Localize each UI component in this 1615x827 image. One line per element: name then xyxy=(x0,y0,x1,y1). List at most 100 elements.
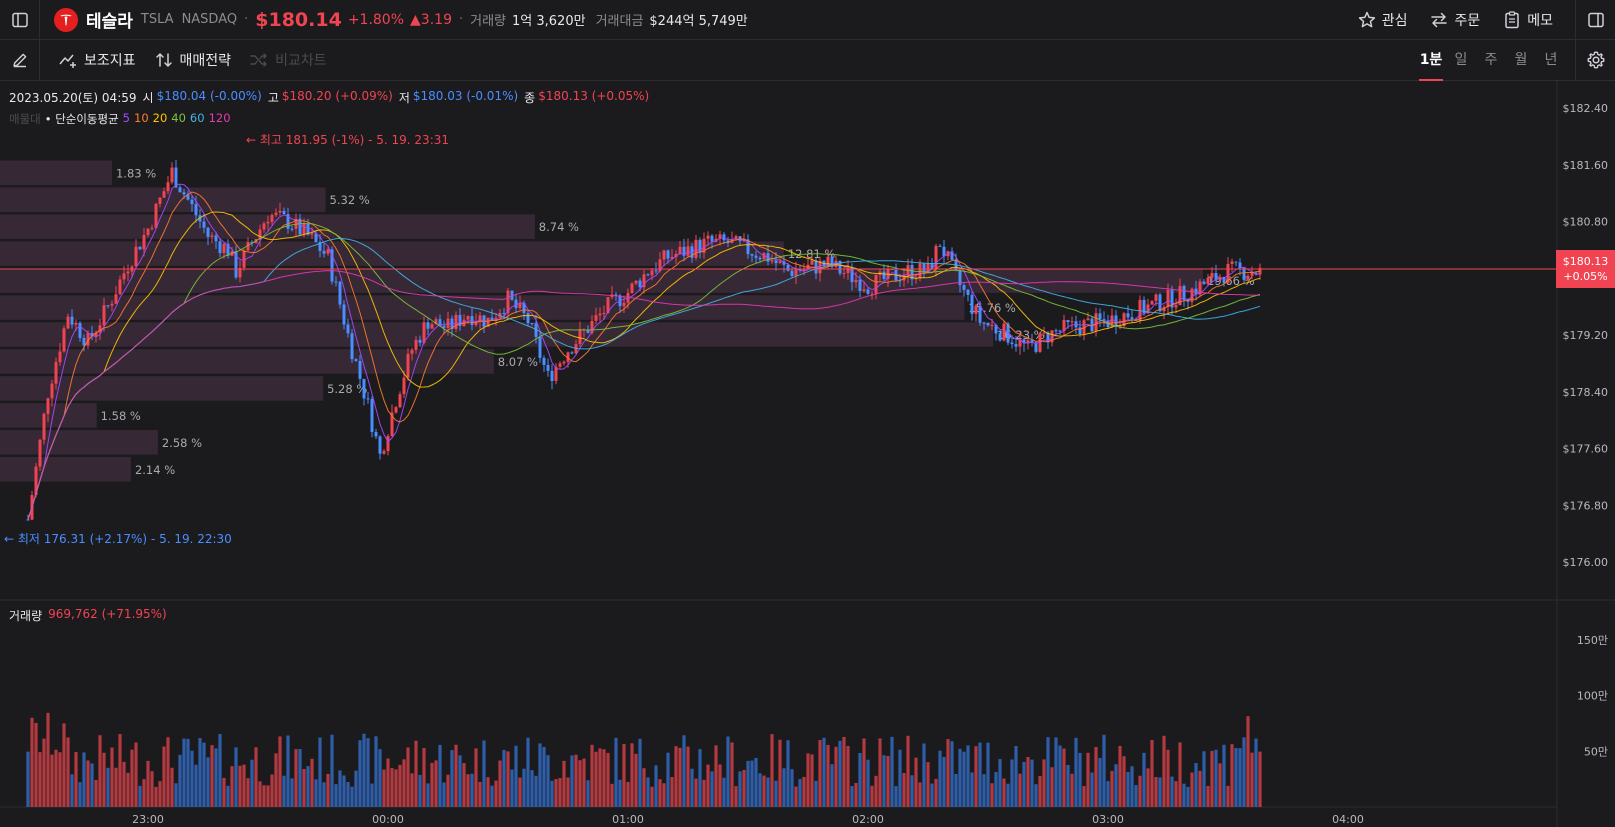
candle-body xyxy=(38,439,42,467)
strategy-button[interactable]: 매매전략 xyxy=(154,50,231,70)
price-chart[interactable]: $182.40$181.60$180.80$180.00$179.20$178.… xyxy=(0,81,1615,827)
volume-bar xyxy=(518,777,522,807)
period-month[interactable]: 월 xyxy=(1506,40,1536,81)
candle-body xyxy=(110,303,114,306)
volume-bar xyxy=(434,760,438,807)
volume-bar xyxy=(798,779,802,807)
volume-bar xyxy=(342,775,346,807)
candle-body xyxy=(866,289,870,294)
drawing-tool-button[interactable] xyxy=(0,39,40,81)
volume-bar xyxy=(994,772,998,807)
indicators-button[interactable]: 보조지표 xyxy=(58,50,136,70)
volume-axis-tick: 100만 xyxy=(1577,690,1608,703)
volume-bar xyxy=(1146,768,1150,807)
volume-bar xyxy=(778,739,782,807)
chart-settings-button[interactable] xyxy=(1575,39,1615,81)
volume-bar xyxy=(390,768,394,807)
time-axis-tick: 02:00 xyxy=(852,813,884,826)
star-icon xyxy=(1358,11,1375,27)
candle-body xyxy=(650,270,654,276)
volume-bar xyxy=(586,780,590,807)
volume-bar xyxy=(114,767,118,807)
ma-legend-label[interactable]: • 단순이동평균 xyxy=(45,111,119,127)
volume-bar xyxy=(246,778,250,807)
compare-chart-button[interactable]: 비교차트 xyxy=(249,50,327,70)
volume-bar xyxy=(1126,771,1130,807)
candle-body xyxy=(1202,281,1206,285)
volume-bar xyxy=(1238,748,1242,807)
volume-bar xyxy=(598,748,602,807)
candle-body xyxy=(218,241,222,254)
volume-bar xyxy=(78,782,82,807)
candle-body xyxy=(66,316,70,329)
ma-40-label: 40 xyxy=(171,111,186,125)
volume-bar xyxy=(198,738,202,807)
volume-profile-toggle[interactable]: 매물대 xyxy=(9,111,41,127)
candle-body xyxy=(338,281,342,305)
volume-bar xyxy=(142,779,146,807)
candle-body xyxy=(142,234,146,250)
volume-bar xyxy=(806,753,810,807)
candle-body xyxy=(134,246,138,267)
volume-bar xyxy=(190,750,194,807)
candle-body xyxy=(634,280,638,284)
volume-bar xyxy=(82,752,86,807)
order-button[interactable]: 주문 xyxy=(1429,10,1480,30)
volume-bar xyxy=(386,758,390,807)
volume-bar xyxy=(534,775,538,807)
candle-body xyxy=(266,221,270,224)
candle xyxy=(1170,285,1174,315)
last-price-change: +0.05% xyxy=(1563,270,1608,283)
volume-bar xyxy=(650,786,654,807)
amount-value: $244억 5,749만 xyxy=(649,14,748,29)
volume-bar xyxy=(438,744,442,807)
volume-bar xyxy=(58,752,62,807)
volume-bar xyxy=(506,751,510,807)
time-axis-tick: 00:00 xyxy=(372,813,404,826)
volume-bar xyxy=(1254,738,1258,807)
volume-bar xyxy=(866,759,870,807)
candle-body xyxy=(754,255,758,258)
watchlist-button[interactable]: 관심 xyxy=(1357,10,1408,30)
volume-bar xyxy=(470,773,474,807)
volume-bar xyxy=(1102,734,1106,807)
volume-bar xyxy=(1026,757,1030,807)
volume-bar xyxy=(570,755,574,807)
watchlist-label: 관심 xyxy=(1381,12,1408,29)
volume-bar xyxy=(1022,761,1026,807)
candle-body xyxy=(826,256,830,267)
period-week[interactable]: 주 xyxy=(1476,40,1506,81)
volume-bar xyxy=(378,749,382,807)
volume-bar xyxy=(1230,744,1234,807)
volume-profile-label: 2.14 % xyxy=(135,463,175,477)
volume-bar xyxy=(642,768,646,807)
volume-bar xyxy=(1194,763,1198,807)
volume-bar xyxy=(218,734,222,807)
period-day[interactable]: 일 xyxy=(1446,40,1476,81)
toggle-left-panel-button[interactable] xyxy=(0,0,40,40)
volume-bar xyxy=(382,769,386,807)
volume-bar xyxy=(898,749,902,807)
candle xyxy=(1022,337,1026,352)
volume-bar xyxy=(762,775,766,807)
volume-bar xyxy=(802,776,806,807)
candle-body xyxy=(942,246,946,257)
price-axis-tick: $182.40 xyxy=(1563,102,1609,115)
toggle-right-panel-button[interactable] xyxy=(1575,0,1615,40)
candle-body xyxy=(242,250,246,268)
volume-bar xyxy=(626,781,630,807)
volume-bar xyxy=(158,781,162,807)
candle-body xyxy=(362,378,366,399)
period-year[interactable]: 년 xyxy=(1536,40,1566,81)
candle-body xyxy=(114,294,118,304)
memo-button[interactable]: 메모 xyxy=(1502,10,1553,30)
volume-bar xyxy=(322,782,326,807)
period-1min[interactable]: 1분 xyxy=(1416,40,1446,81)
volume-bar xyxy=(206,757,210,807)
candle-body xyxy=(962,285,966,290)
candle-body xyxy=(546,364,550,371)
volume-bar xyxy=(402,759,406,807)
volume-bar xyxy=(498,760,502,807)
volume-bar xyxy=(446,774,450,807)
ohlc-datetime: 2023.05.20(토) 04:59 xyxy=(9,91,137,105)
